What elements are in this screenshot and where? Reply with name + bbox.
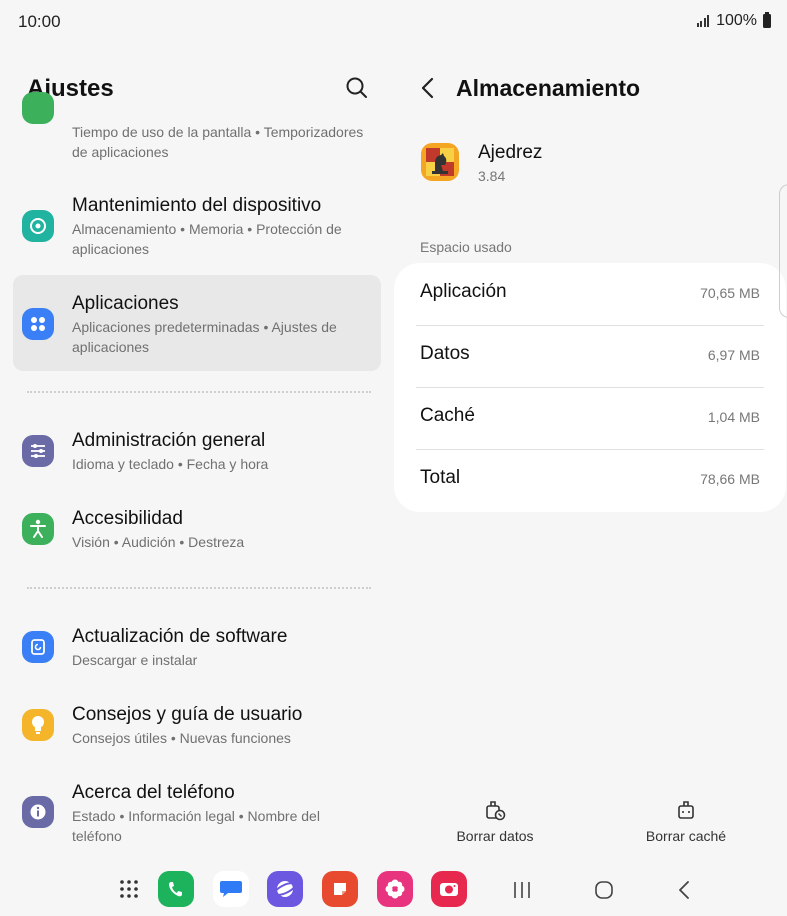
back-nav-button[interactable] [672,877,698,903]
settings-list-pane: Ajustes Tiempo de uso de la pantalla • T… [0,44,393,864]
back-arrow-icon [421,77,434,99]
menu-item-title: Actualización de software [72,626,288,647]
storage-row-value: 78,66 MB [700,471,760,487]
storage-row-value: 70,65 MB [700,285,760,301]
menu-item-subtitle: Descargar e instalar [72,652,198,668]
search-button[interactable] [344,75,370,101]
storage-row-total: Total 78,66 MB [394,449,786,511]
menu-item-title: Consejos y guía de usuario [72,704,303,725]
menu-item-accessibility[interactable]: Accesibilidad Visión • Audición • Destre… [13,500,381,560]
gallery-app-icon[interactable] [377,871,413,907]
back-button[interactable] [417,76,439,100]
menu-item-general-management[interactable]: Administración general Idioma y teclado … [13,422,381,482]
menu-item-subtitle: Aplicaciones predeterminadas • Ajustes d… [72,319,337,355]
clear-data-label: Borrar datos [456,828,534,844]
accessibility-icon [22,513,54,545]
clear-data-icon [486,801,506,821]
storage-card: Aplicación 70,65 MB Datos 6,97 MB Caché … [394,263,786,512]
menu-item-subtitle: Estado • Información legal • Nombre del … [72,808,320,844]
app-version: 3.84 [478,168,506,184]
apps-icon [22,308,54,340]
menu-item-subtitle: Almacenamiento • Memoria • Protección de… [72,221,342,257]
storage-row-data: Datos 6,97 MB [394,325,786,387]
recents-icon [514,882,530,898]
menu-item-apps[interactable]: Aplicaciones Aplicaciones predeterminada… [13,275,381,371]
menu-item-device-care[interactable]: Mantenimiento del dispositivo Almacenami… [13,186,381,266]
signal-icon [696,15,710,27]
app-name: Ajedrez [478,142,543,163]
detail-title: Almacenamiento [456,75,641,101]
camera-app-icon[interactable] [431,871,467,907]
recents-button[interactable] [509,877,535,903]
menu-item-subtitle: Consejos útiles • Nuevas funciones [72,730,291,746]
messages-app-icon[interactable] [213,871,249,907]
battery-percentage: 100% [716,12,757,29]
menu-item-about-phone[interactable]: Acerca del teléfono Estado • Información… [13,774,381,854]
lightbulb-icon [22,709,54,741]
status-time: 10:00 [18,12,61,31]
battery-icon [763,12,771,28]
menu-item-title: Acerca del teléfono [72,782,235,803]
menu-item-subtitle: Idioma y teclado • Fecha y hora [72,456,269,472]
menu-item-title: Aplicaciones [72,293,179,314]
menu-item-title: Administración general [72,430,266,451]
menu-item-digital-wellbeing[interactable]: Tiempo de uso de la pantalla • Temporiza… [13,92,381,176]
menu-item-tips[interactable]: Consejos y guía de usuario Consejos útil… [13,696,381,756]
internet-app-icon[interactable] [267,871,303,907]
status-indicators: 100% [696,12,771,30]
home-button[interactable] [591,877,617,903]
info-icon [22,796,54,828]
back-icon [679,881,689,899]
update-icon [22,631,54,663]
status-bar: 10:00 100% [0,0,787,44]
section-divider [27,391,371,393]
home-icon [595,881,613,899]
clear-cache-icon [678,801,694,819]
search-icon [346,77,367,98]
storage-row-label: Total [420,467,461,488]
storage-row-label: Aplicación [420,281,507,302]
storage-row-label: Caché [420,405,475,426]
menu-item-title: Accesibilidad [72,508,183,529]
clear-cache-label: Borrar caché [645,828,727,844]
clear-data-button[interactable]: Borrar datos [435,798,555,848]
edge-panel-handle[interactable] [779,184,787,318]
phone-app-icon[interactable] [158,871,194,907]
storage-row-app: Aplicación 70,65 MB [394,263,786,325]
menu-item-title: Mantenimiento del dispositivo [72,195,322,216]
storage-row-value: 6,97 MB [707,347,760,363]
menu-item-software-update[interactable]: Actualización de software Descargar e in… [13,618,381,678]
storage-row-label: Datos [420,343,470,364]
menu-item-subtitle: Visión • Audición • Destreza [72,534,245,550]
storage-row-cache: Caché 1,04 MB [394,387,786,449]
taskbar [0,864,787,916]
app-drawer-icon[interactable] [111,871,147,907]
storage-row-value: 1,04 MB [707,409,760,425]
sliders-icon [22,435,54,467]
menu-item-subtitle: Tiempo de uso de la pantalla • Temporiza… [72,124,364,160]
section-label: Espacio usado [420,239,512,255]
device-care-icon [22,210,54,242]
clear-cache-button[interactable]: Borrar caché [626,798,746,848]
section-divider [27,587,371,589]
storage-detail-pane: Almacenamiento Ajedrez 3.84 Espacio usad… [393,44,787,864]
wellbeing-icon [22,92,54,124]
notes-app-icon[interactable] [322,871,358,907]
chess-app-icon [421,143,459,181]
